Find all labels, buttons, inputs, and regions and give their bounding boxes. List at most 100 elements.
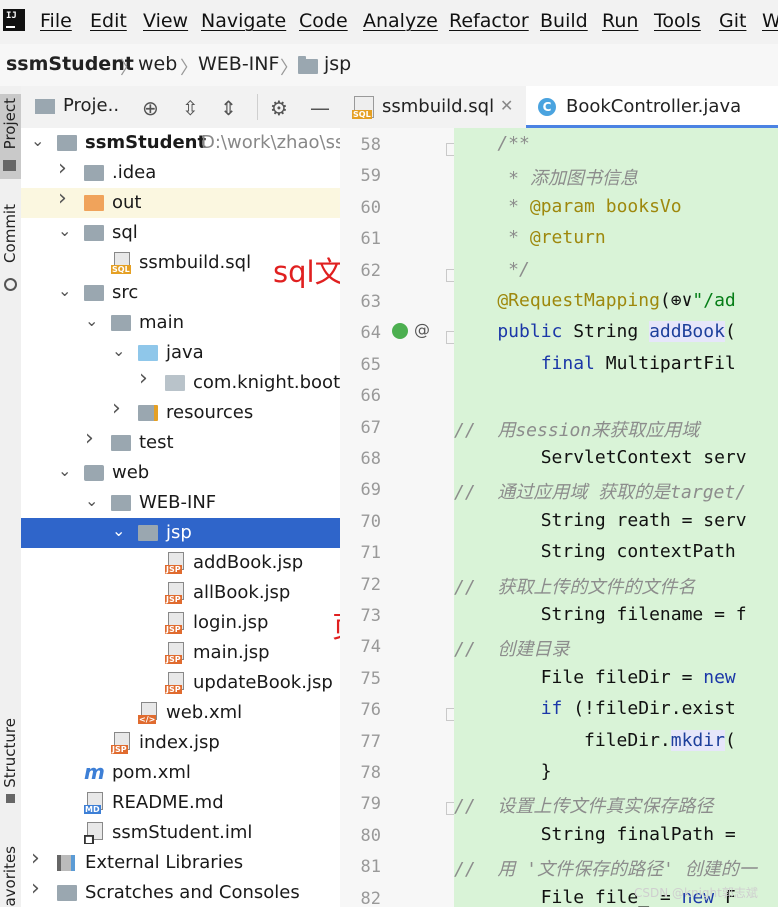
code-token: /** <box>454 133 530 154</box>
line-number: 75 <box>360 668 381 689</box>
code-token: File fileDir = <box>454 666 704 688</box>
menu-item-build[interactable]: Build <box>540 10 588 32</box>
tab-bookcontroller-java[interactable]: C BookController.java <box>526 86 778 128</box>
tree-item[interactable]: JSP login.jsp <box>21 608 340 638</box>
menu-item-tools[interactable]: Tools <box>654 10 701 32</box>
menu-item-file[interactable]: File <box>40 10 72 32</box>
code-line: String reath = serv <box>454 510 747 531</box>
chevron-right-icon[interactable]: › <box>58 156 67 181</box>
collapse-all-icon[interactable]: ⇕ <box>220 96 237 120</box>
menu-item-navigate[interactable]: Navigate <box>201 10 286 32</box>
annotation-marker-icon[interactable]: @ <box>414 320 430 339</box>
chevron-down-icon[interactable]: ⌄ <box>58 461 71 480</box>
tree-item[interactable]: › test <box>21 426 340 458</box>
tree-item[interactable]: JSP index.jsp <box>21 728 340 758</box>
tree-item-label: src <box>112 282 139 303</box>
tree-item[interactable]: › .idea <box>21 156 340 188</box>
chevron-down-icon[interactable]: ⌄ <box>112 521 125 540</box>
chevron-down-icon[interactable]: ⌄ <box>112 341 125 360</box>
tree-item[interactable]: ⌄ main <box>21 308 340 338</box>
tree-item[interactable]: › out <box>21 186 340 218</box>
menu-item-git[interactable]: Git <box>719 10 746 32</box>
menu-item-refactor[interactable]: Refactor <box>449 10 529 32</box>
breadcrumb-item-project[interactable]: ssmStudent <box>6 53 134 75</box>
menu-item-code[interactable]: Code <box>299 10 348 32</box>
tree-item[interactable]: › Scratches and Consoles <box>21 876 340 908</box>
intellij-logo-icon[interactable]: IJ <box>3 9 25 31</box>
chevron-right-icon[interactable]: › <box>112 396 121 421</box>
line-number: 60 <box>360 197 381 218</box>
tree-item[interactable]: ⌄ web <box>21 458 340 488</box>
chevron-down-icon[interactable]: ⌄ <box>58 281 71 300</box>
chevron-down-icon[interactable]: ⌄ <box>58 221 71 240</box>
line-number: 69 <box>360 480 381 501</box>
code-line: // 获取上传的文件的文件名 <box>454 573 695 599</box>
line-number: 81 <box>360 857 381 878</box>
structure-tool-label[interactable]: Structure <box>1 718 19 788</box>
tree-item[interactable]: MD README.md <box>21 788 340 818</box>
project-view-selector[interactable]: Proje.. <box>63 95 119 116</box>
chevron-right-icon[interactable]: › <box>31 846 40 871</box>
close-icon[interactable]: ✕ <box>500 96 513 115</box>
commit-tool-label[interactable]: Commit <box>1 204 19 263</box>
web-endpoint-icon[interactable] <box>392 323 408 339</box>
menu-item-run[interactable]: Run <box>602 10 638 32</box>
chevron-down-icon[interactable]: ⌄ <box>85 491 98 510</box>
tree-item[interactable]: JSP allBook.jsp <box>21 578 340 608</box>
breadcrumb-item-web-inf[interactable]: WEB-INF <box>198 53 279 75</box>
code-token: ( <box>724 321 736 343</box>
line-number: 63 <box>360 292 381 312</box>
chevron-right-icon[interactable]: › <box>85 426 94 451</box>
tree-item[interactable]: m pom.xml <box>21 758 340 788</box>
tree-item-label: ssmbuild.sql <box>139 252 252 273</box>
favorites-tool-label[interactable]: avorites <box>1 846 19 907</box>
folder-icon <box>111 435 131 451</box>
chevron-down-icon[interactable]: ⌄ <box>31 131 44 150</box>
breadcrumb-separator-icon: 〉 <box>280 58 298 79</box>
tree-item[interactable]: › External Libraries <box>21 846 340 878</box>
iml-file-icon: ■ <box>84 822 104 844</box>
code-token: ( <box>724 729 736 751</box>
editor-gutter[interactable]: @ 58 59 60 61 62 63 64 65 66 67 68 69 70 71 72 73 74 75 76… <box>340 128 458 909</box>
tree-item[interactable]: ⌄ java <box>21 338 340 368</box>
tree-item-label: ssmStudent.iml <box>112 822 253 843</box>
code-line: } <box>454 761 552 782</box>
tree-item[interactable]: ⌄ sql <box>21 218 340 248</box>
chevron-right-icon[interactable]: › <box>58 186 67 211</box>
chevron-right-icon[interactable]: › <box>31 876 40 901</box>
tree-item[interactable]: ⌄ WEB-INF <box>21 488 340 518</box>
menu-bar: IJ File Edit View Navigate Code Analyze Refact… <box>0 0 778 44</box>
hide-icon[interactable]: — <box>310 96 330 120</box>
menu-item-view[interactable]: View <box>143 10 188 32</box>
breadcrumb-item-jsp[interactable]: jsp <box>324 53 351 75</box>
tree-item[interactable]: JSP main.jsp <box>21 638 340 668</box>
tab-ssmbuild-sql[interactable]: SQL ssmbuild.sql ✕ <box>340 86 526 128</box>
chevron-down-icon[interactable]: ⌄ <box>85 311 98 330</box>
tree-item[interactable]: ■ ssmStudent.iml <box>21 818 340 848</box>
tree-item[interactable]: › com.knight.boot <box>21 366 340 398</box>
line-number: 74 <box>360 637 381 658</box>
sql-file-icon: SQL <box>111 252 131 274</box>
code-editor[interactable]: /** * 添加图书信息 * @param booksVo * @return … <box>454 128 778 907</box>
code-line: // 通过应用域 获取的是target/ <box>454 478 746 504</box>
tree-item[interactable]: ⌄ ssmStudent D:\work\zhao\ss <box>21 128 344 158</box>
chevron-right-icon[interactable]: › <box>139 366 148 391</box>
tree-item[interactable]: › resources <box>21 396 340 428</box>
menu-item-edit[interactable]: Edit <box>90 10 127 32</box>
jsp-file-icon: JSP <box>165 552 185 574</box>
tree-item[interactable]: </> web.xml <box>21 698 340 728</box>
expand-all-icon[interactable]: ⇳ <box>182 96 199 120</box>
locate-icon[interactable]: ⊕ <box>142 96 159 120</box>
code-token: * <box>454 227 530 249</box>
tree-item[interactable]: ⌄ jsp <box>21 518 340 548</box>
code-token: } <box>454 761 552 782</box>
project-tool-label[interactable]: Project <box>1 98 19 149</box>
menu-item-analyze[interactable]: Analyze <box>363 10 438 32</box>
breadcrumb-item-web[interactable]: web <box>138 53 177 75</box>
menu-item-w[interactable]: W <box>762 10 778 32</box>
library-icon <box>57 855 75 871</box>
gear-icon[interactable]: ⚙ <box>270 96 288 120</box>
code-line: final MultipartFil <box>454 353 736 374</box>
tree-item[interactable]: JSP addBook.jsp <box>21 548 340 578</box>
tree-item[interactable]: JSP updateBook.jsp <box>21 668 340 698</box>
